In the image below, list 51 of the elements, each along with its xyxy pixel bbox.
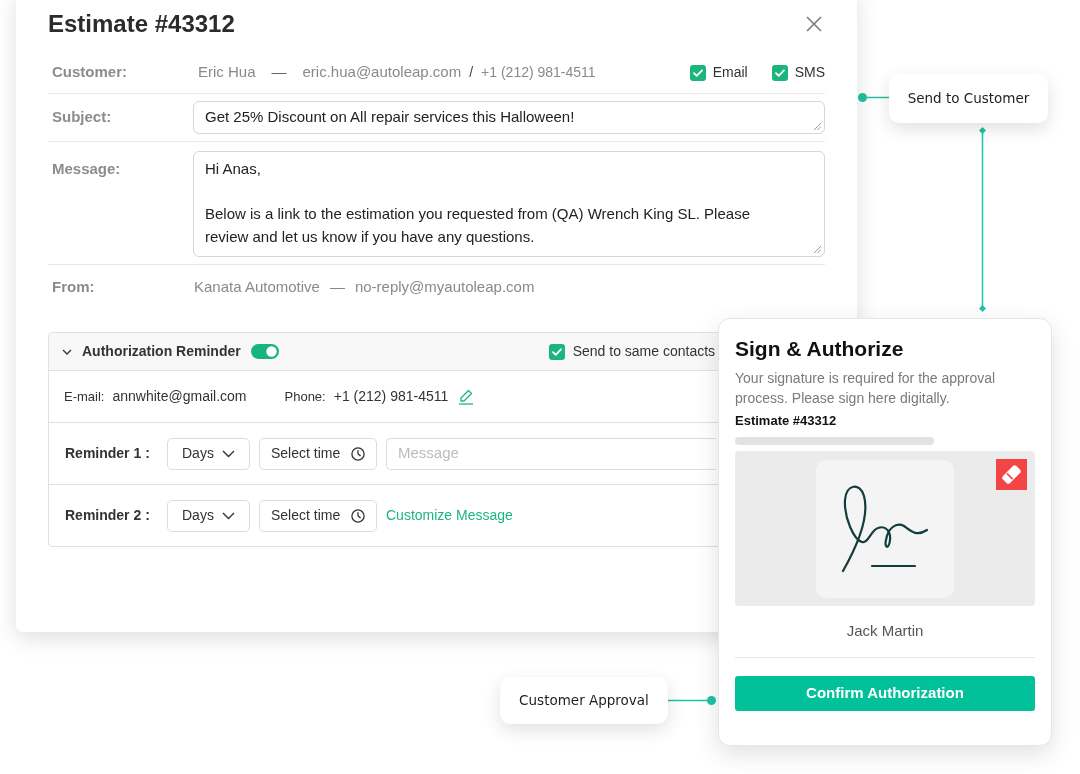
field-label: Subject: (52, 107, 113, 128)
close-icon[interactable] (806, 16, 822, 32)
reminder-label: Reminder 1 : (65, 444, 151, 463)
separator-slash: / (469, 63, 474, 82)
checkbox-label: Send to same contacts (572, 342, 716, 361)
email-label: E-mail: (64, 387, 105, 406)
checkbox[interactable] (689, 64, 706, 81)
contact-email: annwhite@gmail.com (112, 387, 247, 406)
clock-icon (351, 446, 365, 461)
separator-dash: — (329, 276, 345, 297)
signer-name: Jack Martin (846, 621, 924, 642)
field-label: Customer: (52, 62, 128, 83)
checkbox[interactable] (771, 64, 788, 81)
clock-icon (351, 508, 365, 523)
sender-email: no-reply@myautoleap.com (354, 276, 535, 297)
connector-line (667, 696, 716, 705)
signature-field[interactable] (735, 451, 1035, 606)
subject-field[interactable]: Get 25% Discount on All repair services this Halloween! (193, 101, 825, 134)
checkbox[interactable] (548, 343, 565, 360)
contact-phone: +1 (212) 981-4511 (333, 387, 449, 406)
chevron-down-icon (222, 449, 235, 458)
section-title: Authorization Reminder (82, 342, 241, 361)
time-select[interactable]: Select time (259, 499, 377, 532)
checkbox-label: SMS (794, 63, 825, 82)
reminder-label: Reminder 2 : (65, 506, 151, 525)
interval-dropdown[interactable]: Days (167, 499, 250, 532)
time-select[interactable]: Select time (259, 437, 377, 470)
card-title: Sign & Authorize (735, 336, 905, 362)
customer-phone: +1 (212) 981-4511 (481, 63, 596, 82)
phone-label: Phone: (284, 387, 326, 406)
chevron-down-icon (222, 511, 235, 520)
eraser-icon[interactable] (996, 459, 1027, 490)
toggle-switch[interactable] (250, 344, 279, 359)
callout-label: Send to Customer (889, 74, 1048, 123)
customer-email: eric.hua@autoleap.com (302, 62, 462, 83)
dialog-title: Estimate #43312 (48, 9, 235, 39)
pencil-icon[interactable] (458, 388, 475, 405)
callout-label: Customer Approval (500, 677, 668, 724)
resize-handle-icon[interactable] (813, 122, 821, 130)
card-description: Your signature is required for the approval process. Please sign here digitally. (735, 369, 997, 408)
sender-name: Kanata Automotive (194, 276, 320, 297)
checkbox-label: Email (712, 63, 748, 82)
field-label: Message: (52, 159, 122, 179)
resize-handle-icon[interactable] (813, 245, 821, 253)
customer-name: Eric Hua (198, 62, 256, 83)
field-label: From: (52, 276, 96, 297)
message-field[interactable]: Hi Anas, Below is a link to the estimation you requested from (QA) Wrench King SL. Please review and let us know if you have any questions. (193, 151, 825, 257)
interval-dropdown[interactable]: Days (167, 437, 250, 470)
separator-dash: — (271, 62, 287, 83)
estimate-number: Estimate #43312 (735, 412, 838, 430)
connector-line (858, 93, 890, 102)
